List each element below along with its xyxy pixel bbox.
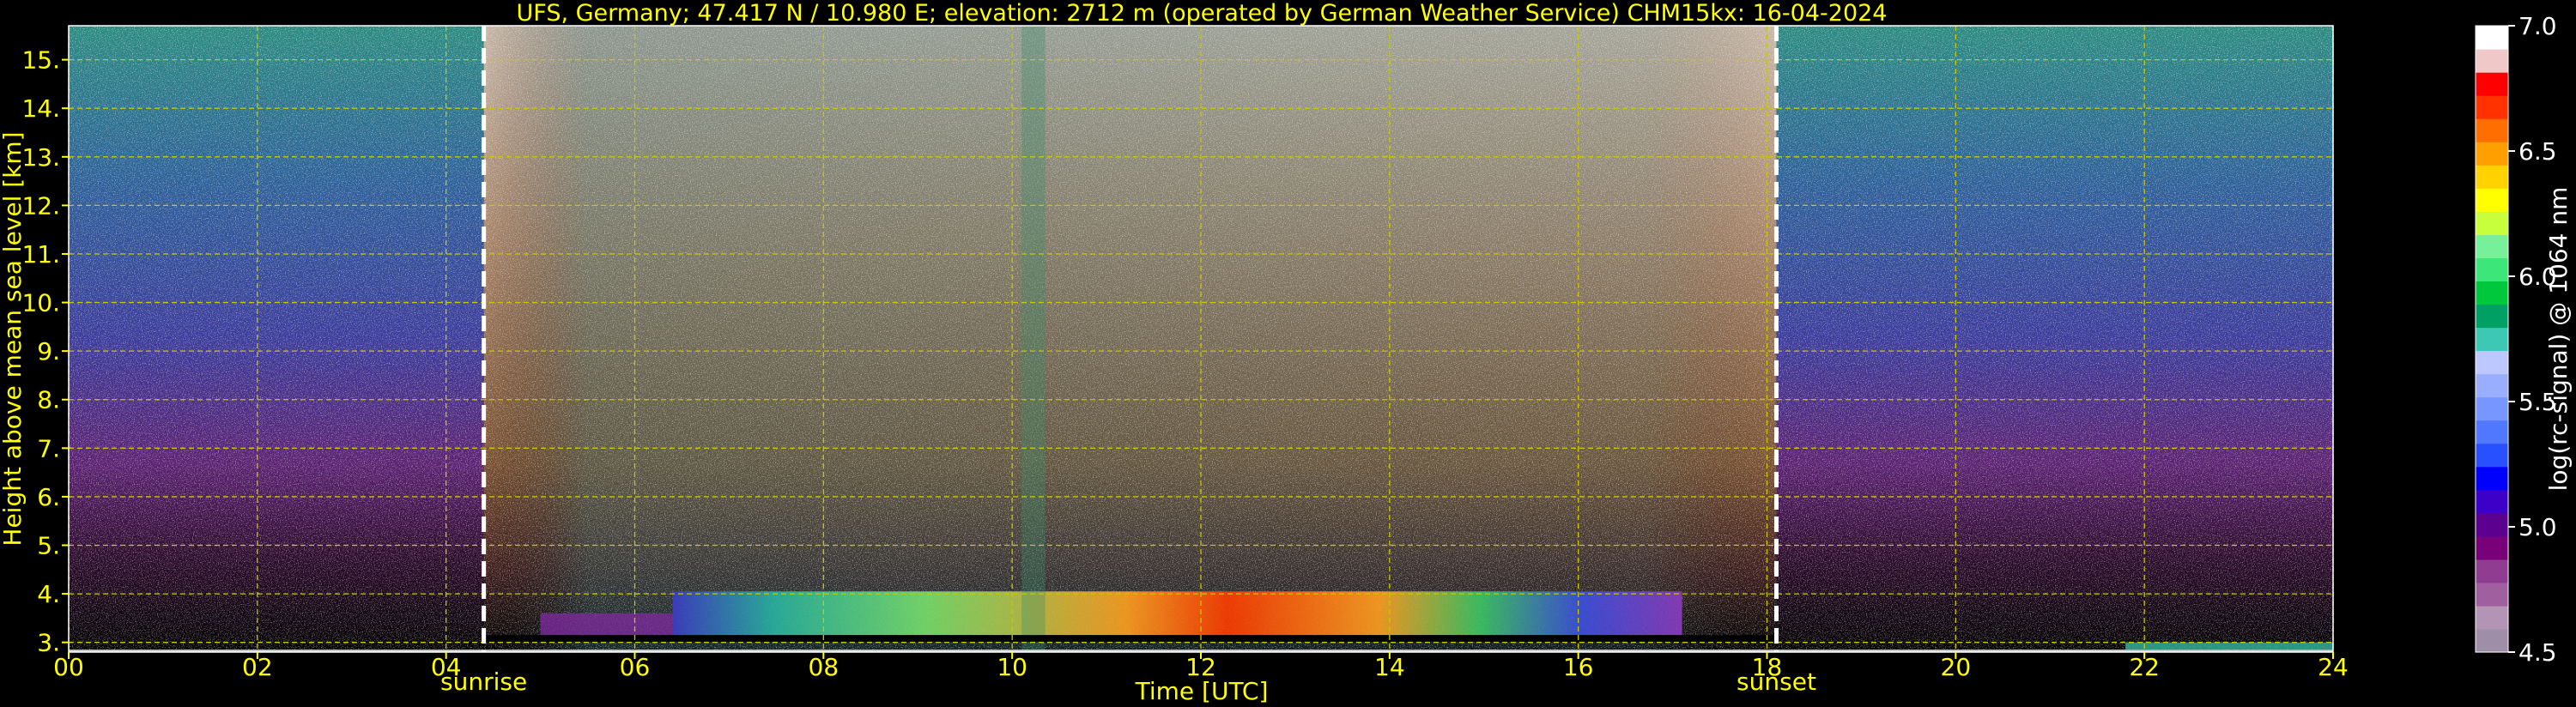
colorbar-segment <box>2476 281 2508 305</box>
x-tick-label: 02 <box>242 653 273 681</box>
colorbar-segment <box>2476 72 2508 96</box>
y-tick-label: 14. <box>21 94 60 123</box>
colorbar-tick-label: 6.5 <box>2518 137 2557 166</box>
colorbar-segment <box>2476 327 2508 352</box>
y-tick-label: 7. <box>37 434 60 462</box>
colorbar-tick-label: 5.0 <box>2518 513 2557 541</box>
y-tick-label: 11. <box>21 240 60 269</box>
y-tick-label: 13. <box>21 143 60 172</box>
x-tick-label: 20 <box>1941 653 1972 681</box>
y-axis-label: Height above mean sea level [km] <box>0 131 27 546</box>
colorbar-segment <box>2476 142 2508 166</box>
cloud-streak <box>1021 26 1046 652</box>
x-axis-label: Time [UTC] <box>1135 677 1269 705</box>
colorbar-segment <box>2476 489 2508 514</box>
colorbar-segment <box>2476 211 2508 235</box>
colorbar-segment <box>2476 420 2508 444</box>
y-tick-label: 3. <box>37 629 60 657</box>
colorbar-label: log(rc-signal) @ 1064 nm <box>2544 187 2573 492</box>
colorbar-segment <box>2476 466 2508 491</box>
morning-layer-band <box>540 613 673 636</box>
x-tick-label: 00 <box>53 653 84 681</box>
colorbar-segment <box>2476 49 2508 73</box>
colorbar-segment <box>2476 95 2508 119</box>
ceilometer-chart: sunrise sunset 00 02 04 06 08 10 12 14 16 18 20 22 24… <box>0 0 2576 707</box>
evening-low-layer <box>2125 642 2333 650</box>
colorbar-segment <box>2476 582 2508 607</box>
x-tick-label: 22 <box>2129 653 2160 681</box>
x-tick-label: 16 <box>1563 653 1594 681</box>
colorbar-segment <box>2476 443 2508 468</box>
colorbar-segment <box>2476 396 2508 421</box>
y-tick-label: 5. <box>37 532 60 560</box>
y-tick-label: 12. <box>21 191 60 220</box>
x-tick-label: 06 <box>620 653 651 681</box>
colorbar-segment <box>2476 118 2508 142</box>
x-tick-label: 08 <box>809 653 839 681</box>
y-tick-label: 15. <box>21 46 60 75</box>
colorbar-segment <box>2476 628 2508 653</box>
x-tick-label: 24 <box>2318 653 2349 681</box>
colorbar-segment <box>2476 26 2508 50</box>
colorbar-segment <box>2476 350 2508 375</box>
y-tick-label: 8. <box>37 386 60 414</box>
x-tick-label: 04 <box>431 653 462 681</box>
colorbar-segment <box>2476 234 2508 258</box>
y-tick-label: 9. <box>37 337 60 366</box>
x-tick-label: 18 <box>1752 653 1783 681</box>
y-tick-label: 4. <box>37 580 60 608</box>
colorbar-tick-label: 7.0 <box>2518 12 2557 40</box>
ground-dark-band <box>483 635 1777 643</box>
y-tick-label: 6. <box>37 483 60 511</box>
colorbar-segment <box>2476 188 2508 212</box>
colorbar-tick-label: 4.5 <box>2518 638 2557 667</box>
x-tick-label: 10 <box>997 653 1027 681</box>
colorbar-segment <box>2476 257 2508 282</box>
colorbar-segment <box>2476 559 2508 583</box>
colorbar-segment <box>2476 512 2508 537</box>
x-tick-label: 14 <box>1374 653 1405 681</box>
y-tick-label: 10. <box>21 289 60 317</box>
colorbar-segment <box>2476 535 2508 560</box>
colorbar-segment <box>2476 304 2508 329</box>
chart-title: UFS, Germany; 47.417 N / 10.980 E; eleva… <box>517 0 1888 27</box>
colorbar-segment <box>2476 605 2508 630</box>
colorbar-segment <box>2476 165 2508 189</box>
colorbar-segment <box>2476 373 2508 398</box>
